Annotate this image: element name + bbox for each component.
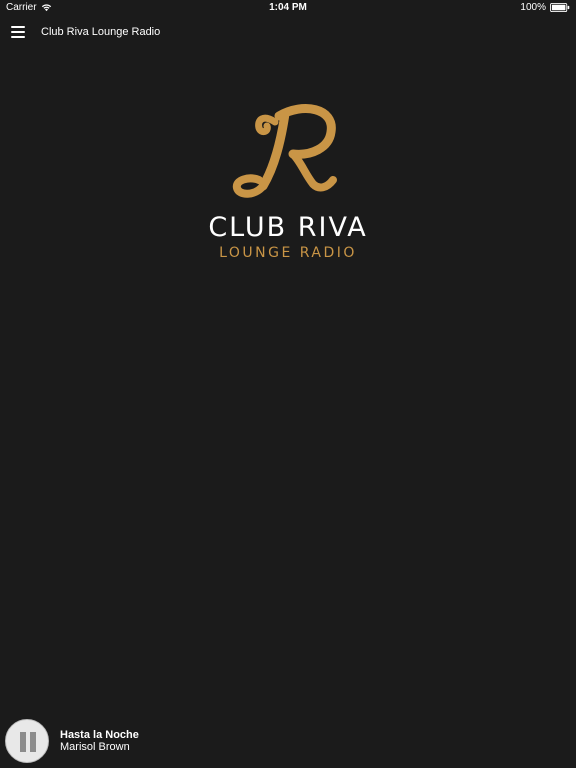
battery-icon — [550, 3, 570, 12]
pause-icon — [20, 732, 36, 752]
app-screen: Carrier 1:04 PM 100% Club Riva Lounge Ra… — [0, 0, 576, 768]
app-header: Club Riva Lounge Radio — [0, 18, 576, 48]
station-logo: CLUB RIVA LOUNGE RADIO — [0, 100, 576, 261]
app-title: Club Riva Lounge Radio — [41, 26, 161, 38]
logo-name: CLUB RIVA — [208, 212, 368, 243]
battery-percent: 100% — [520, 2, 546, 13]
status-time: 1:04 PM — [269, 2, 307, 13]
status-bar: Carrier 1:04 PM 100% — [0, 0, 576, 16]
track-artist: Marisol Brown — [60, 741, 130, 753]
script-r-logo-icon — [232, 104, 337, 198]
hamburger-menu-icon[interactable] — [10, 23, 28, 39]
track-title: Hasta la Noche — [60, 729, 139, 741]
player-bar: Hasta la Noche Marisol Brown — [0, 712, 576, 768]
status-battery: 100% — [520, 2, 570, 13]
logo-subtitle: LOUNGE RADIO — [219, 245, 357, 261]
pause-button[interactable] — [5, 719, 49, 763]
